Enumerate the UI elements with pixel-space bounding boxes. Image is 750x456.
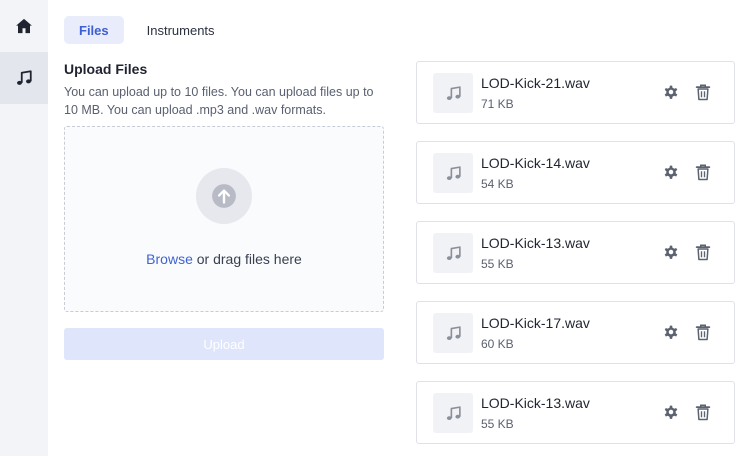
trash-icon[interactable] [694,323,712,341]
drag-hint: or drag files here [192,251,302,267]
upload-button[interactable]: Upload [64,328,384,360]
tab-instruments[interactable]: Instruments [132,16,230,44]
upload-arrow-icon [212,184,236,208]
file-name: LOD-Kick-21.wav [481,75,590,91]
file-card: LOD-Kick-13.wav 55 KB [416,381,735,444]
file-dropzone[interactable]: Browse or drag files here [64,126,384,312]
file-thumbnail [433,313,473,353]
trash-icon[interactable] [694,403,712,421]
music-note-icon [446,245,461,260]
file-name: LOD-Kick-17.wav [481,315,590,331]
file-size: 55 KB [481,257,514,271]
gear-icon[interactable] [662,243,680,261]
trash-icon[interactable] [694,83,712,101]
music-note-icon [446,85,461,100]
upload-description: You can upload up to 10 files. You can u… [64,85,374,117]
browse-link[interactable]: Browse [146,251,193,267]
sidebar-item-home[interactable] [0,0,48,52]
upload-arrow-circle [196,168,252,224]
tab-bar: Files Instruments [64,16,230,44]
music-note-icon [446,165,461,180]
file-size: 71 KB [481,97,514,111]
gear-icon[interactable] [662,323,680,341]
dropzone-text: Browse or drag files here [65,251,383,267]
file-card: LOD-Kick-13.wav 55 KB [416,221,735,284]
gear-icon[interactable] [662,83,680,101]
music-note-icon [17,70,32,85]
file-thumbnail [433,73,473,113]
sidebar-item-music[interactable] [0,52,48,104]
trash-icon[interactable] [694,163,712,181]
file-thumbnail [433,233,473,273]
file-size: 54 KB [481,177,514,191]
upload-title: Upload Files [64,61,148,77]
file-card: LOD-Kick-14.wav 54 KB [416,141,735,204]
file-name: LOD-Kick-13.wav [481,395,590,411]
file-thumbnail [433,393,473,433]
file-thumbnail [433,153,473,193]
gear-icon[interactable] [662,403,680,421]
file-name: LOD-Kick-14.wav [481,155,590,171]
file-size: 55 KB [481,417,514,431]
file-name: LOD-Kick-13.wav [481,235,590,251]
tab-files[interactable]: Files [64,16,124,44]
music-note-icon [446,325,461,340]
home-icon [16,18,32,34]
trash-icon[interactable] [694,243,712,261]
file-card: LOD-Kick-21.wav 71 KB [416,61,735,124]
gear-icon[interactable] [662,163,680,181]
file-size: 60 KB [481,337,514,351]
sidebar [0,0,48,456]
file-card: LOD-Kick-17.wav 60 KB [416,301,735,364]
music-note-icon [446,405,461,420]
